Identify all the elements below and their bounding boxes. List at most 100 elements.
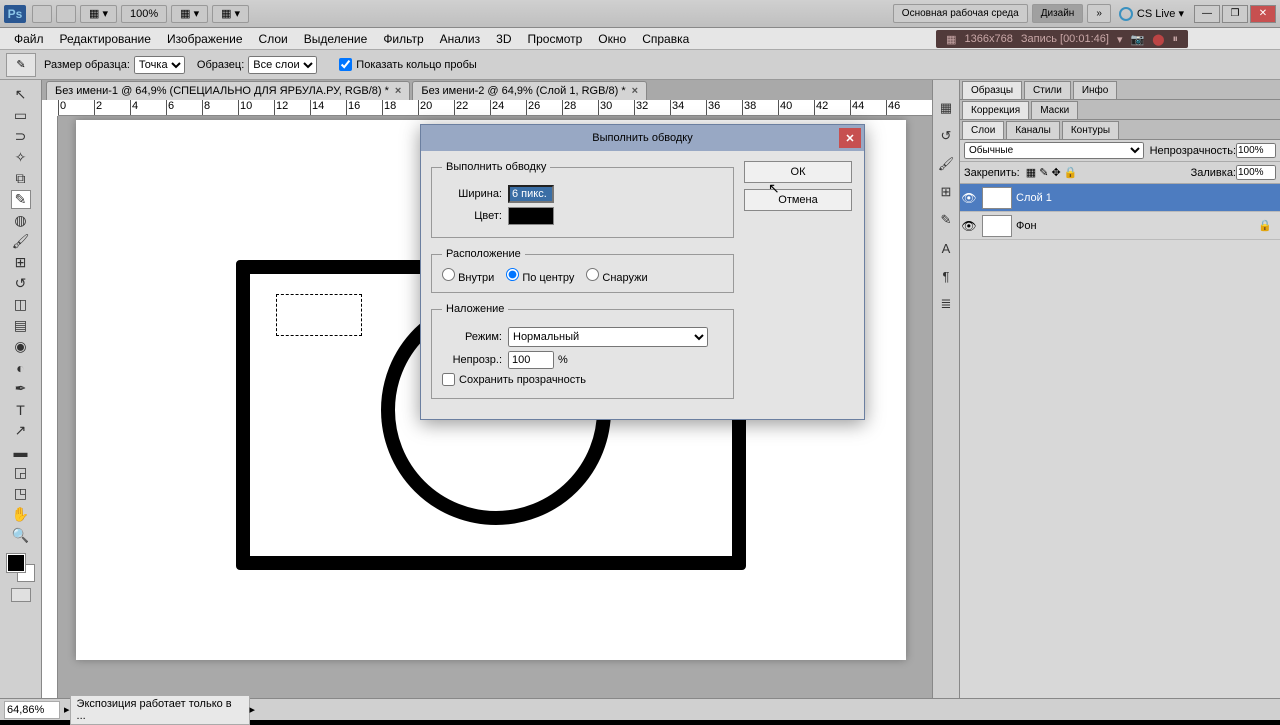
char-icon[interactable]: A <box>936 238 956 258</box>
tool-preset-icon[interactable]: ✎ <box>936 210 956 230</box>
tab-info[interactable]: Инфо <box>1073 81 1118 99</box>
menu-analysis[interactable]: Анализ <box>432 32 489 46</box>
brush-preset-icon[interactable]: 🖌 <box>936 154 956 174</box>
dialog-close-button[interactable]: ✕ <box>839 128 861 148</box>
eye-icon[interactable]: 👁 <box>960 191 978 205</box>
gradient-tool[interactable]: ▤ <box>11 316 31 335</box>
radio-inside[interactable]: Внутри <box>442 268 494 284</box>
pen-tool[interactable]: ✒ <box>11 379 31 398</box>
menu-3d[interactable]: 3D <box>488 32 519 46</box>
ok-button[interactable]: ОК <box>744 161 852 183</box>
menu-image[interactable]: Изображение <box>159 32 251 46</box>
quickmask-toggle[interactable] <box>11 588 31 602</box>
mode-dd[interactable]: Нормальный <box>508 327 708 347</box>
min-button[interactable]: — <box>1194 5 1220 23</box>
preserve-check[interactable] <box>442 373 455 386</box>
sample-dd[interactable]: Все слои <box>248 56 317 74</box>
menu-edit[interactable]: Редактирование <box>52 32 159 46</box>
3d-tool[interactable]: ◲ <box>11 463 31 482</box>
marquee-tool[interactable]: ▭ <box>11 106 31 125</box>
clone-icon[interactable]: ⊞ <box>936 182 956 202</box>
zoom-tool[interactable]: 🔍 <box>11 526 31 545</box>
fill-input[interactable] <box>1236 165 1276 180</box>
arrange-dd[interactable]: ▦ ▾ <box>171 5 208 23</box>
show-ring-check[interactable] <box>339 58 352 71</box>
eye-icon[interactable]: 👁 <box>960 219 978 233</box>
menu-help[interactable]: Справка <box>634 32 697 46</box>
layers-icon[interactable]: ≣ <box>936 294 956 314</box>
blending-legend: Наложение <box>442 303 508 315</box>
menu-file[interactable]: Файл <box>6 32 52 46</box>
menu-layer[interactable]: Слои <box>251 32 296 46</box>
workspace-essentials[interactable]: Основная рабочая среда <box>893 4 1028 23</box>
doc-tab-2[interactable]: Без имени-2 @ 64,9% (Слой 1, RGB/8) *× <box>412 81 647 100</box>
menu-window[interactable]: Окно <box>590 32 634 46</box>
tab-layers[interactable]: Слои <box>962 121 1004 139</box>
fill-label: Заливка: <box>1191 167 1236 179</box>
cancel-button[interactable]: Отмена <box>744 189 852 211</box>
menu-view[interactable]: Просмотр <box>519 32 590 46</box>
ruler-vertical <box>42 116 58 698</box>
tab-channels[interactable]: Каналы <box>1006 121 1060 139</box>
color-swatch[interactable] <box>508 207 554 225</box>
tab-paths[interactable]: Контуры <box>1062 121 1119 139</box>
layer-thumb <box>982 215 1012 237</box>
layer-row[interactable]: 👁 Слой 1 <box>960 184 1280 212</box>
layer-row[interactable]: 👁 Фон 🔒 <box>960 212 1280 240</box>
color-label: Цвет: <box>442 210 502 222</box>
tab-swatches[interactable]: Образцы <box>962 81 1022 99</box>
cslive-button[interactable]: CS Live ▾ <box>1119 7 1184 21</box>
location-legend: Расположение <box>442 248 525 260</box>
minibridge-icon[interactable]: ▦ <box>936 98 956 118</box>
shape-tool[interactable]: ▬ <box>11 442 31 461</box>
tab-styles[interactable]: Стили <box>1024 81 1071 99</box>
layer-name: Слой 1 <box>1016 192 1052 204</box>
para-icon[interactable]: ¶ <box>936 266 956 286</box>
tab-adjust[interactable]: Коррекция <box>962 101 1029 119</box>
workspace-more[interactable]: » <box>1087 4 1111 23</box>
eyedropper-tool[interactable]: ✎ <box>11 190 31 209</box>
radio-outside[interactable]: Снаружи <box>586 268 647 284</box>
brush-tool[interactable]: 🖌 <box>11 232 31 251</box>
blend-mode-dd[interactable]: Обычные <box>964 142 1144 159</box>
tab-masks[interactable]: Маски <box>1031 101 1078 119</box>
extras-dd[interactable]: ▦ ▾ <box>212 5 249 23</box>
workspace-design[interactable]: Дизайн <box>1032 4 1084 23</box>
sample-size-dd[interactable]: Точка <box>134 56 185 74</box>
opacity-input[interactable] <box>1236 143 1276 158</box>
3d-cam-tool[interactable]: ◳ <box>11 484 31 503</box>
close-tab-icon[interactable]: × <box>632 85 638 97</box>
lasso-tool[interactable]: ⊃ <box>11 127 31 146</box>
stamp-tool[interactable]: ⊞ <box>11 253 31 272</box>
minibridge-button[interactable] <box>56 5 76 23</box>
dodge-tool[interactable]: ◐ <box>11 358 31 377</box>
zoom-readout[interactable]: 64,86% <box>4 701 60 719</box>
color-swatches[interactable] <box>7 554 35 582</box>
menu-select[interactable]: Выделение <box>296 32 376 46</box>
lock-icons[interactable]: ▦ ✎ ✥ 🔒 <box>1026 166 1078 179</box>
doc-tab-1[interactable]: Без имени-1 @ 64,9% (СПЕЦИАЛЬНО ДЛЯ ЯРБУ… <box>46 81 410 100</box>
radio-center[interactable]: По центру <box>506 268 574 284</box>
bridge-button[interactable] <box>32 5 52 23</box>
type-tool[interactable]: T <box>11 400 31 419</box>
heal-tool[interactable]: ◍ <box>11 211 31 230</box>
screen-mode-dd[interactable]: ▦ ▾ <box>80 5 117 23</box>
hand-tool[interactable]: ✋ <box>11 505 31 524</box>
options-bar: ✎ Размер образца: Точка Образец: Все сло… <box>0 50 1280 80</box>
opac-input[interactable] <box>508 351 554 369</box>
blur-tool[interactable]: ◉ <box>11 337 31 356</box>
history-icon[interactable]: ↺ <box>936 126 956 146</box>
close-tab-icon[interactable]: × <box>395 85 401 97</box>
path-tool[interactable]: ↗ <box>11 421 31 440</box>
move-tool[interactable]: ↖ <box>11 85 31 104</box>
history-brush[interactable]: ↺ <box>11 274 31 293</box>
menu-filter[interactable]: Фильтр <box>375 32 431 46</box>
wand-tool[interactable]: ✧ <box>11 148 31 167</box>
crop-tool[interactable]: ⧉ <box>11 169 31 188</box>
eraser-tool[interactable]: ◫ <box>11 295 31 314</box>
current-tool-icon[interactable]: ✎ <box>6 53 36 77</box>
close-button[interactable]: ✕ <box>1250 5 1276 23</box>
width-input[interactable] <box>508 185 554 203</box>
max-button[interactable]: ❐ <box>1222 5 1248 23</box>
zoom-dd[interactable]: 100% <box>121 5 167 23</box>
